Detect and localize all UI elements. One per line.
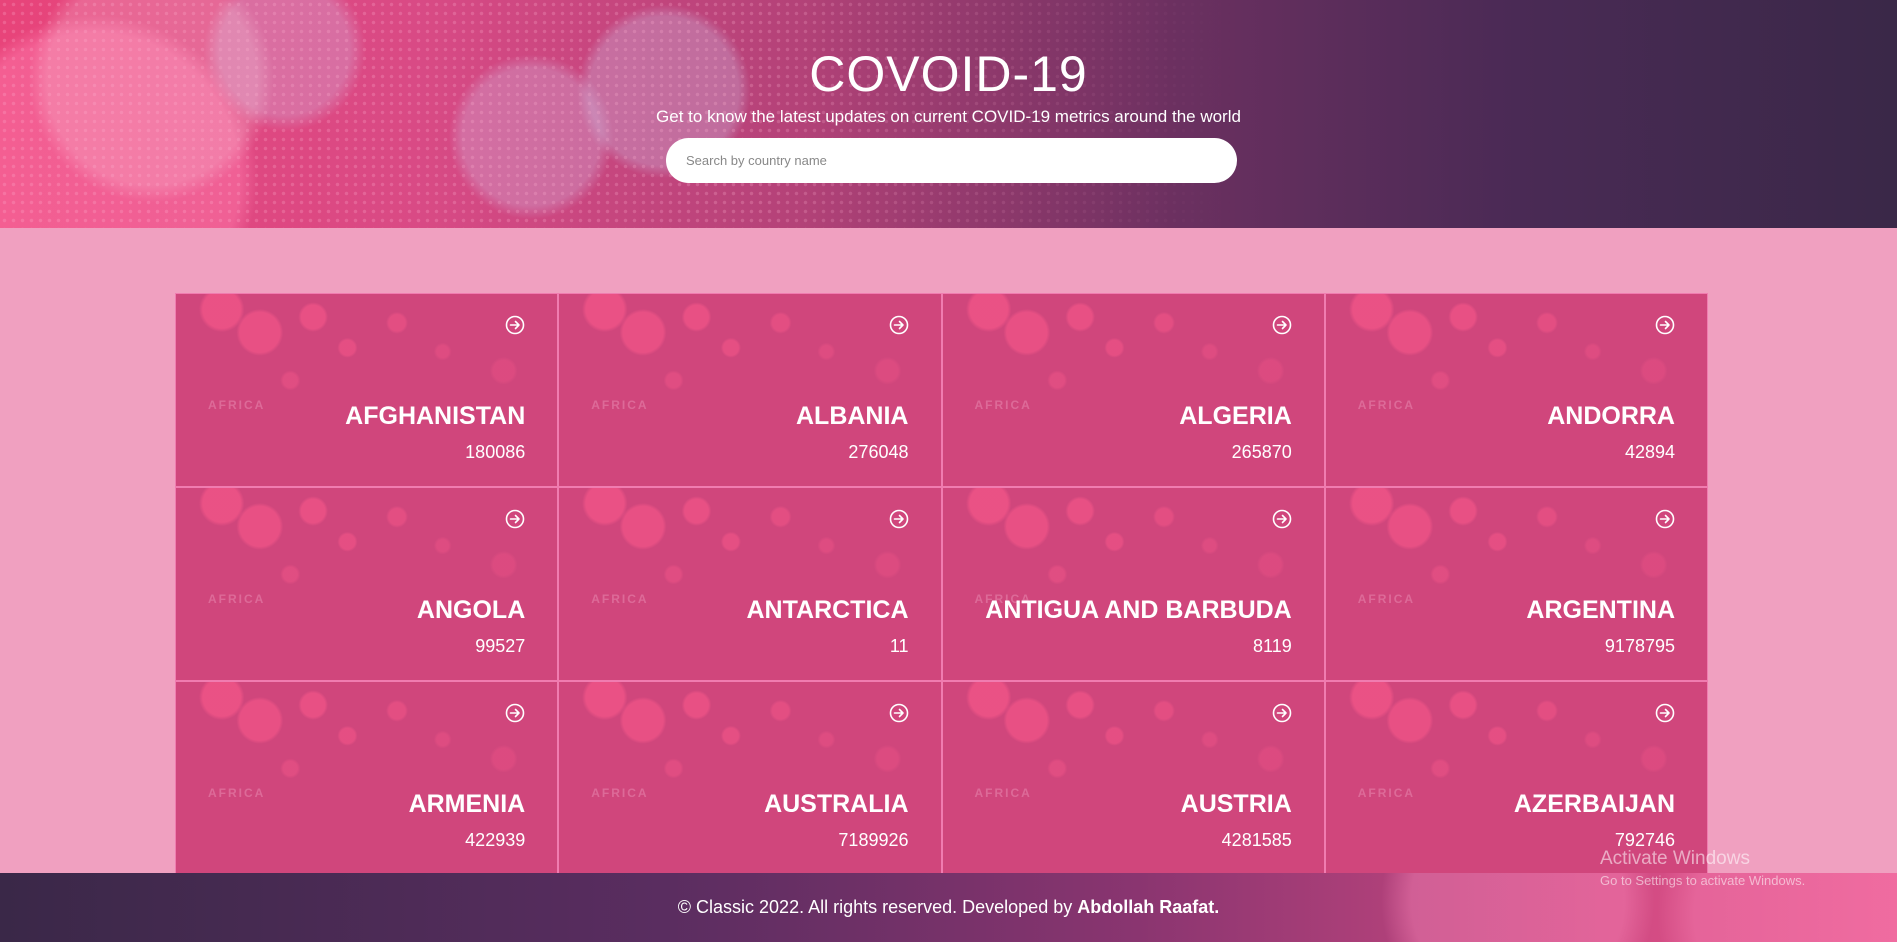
footer-text: © Classic 2022. All rights reserved. Dev… [677, 897, 1073, 917]
country-card[interactable]: AFRICA ANGOLA 99527 [175, 487, 559, 681]
map-region-label: AFRICA [1357, 786, 1416, 800]
arrow-circle-right-icon[interactable] [889, 509, 909, 529]
arrow-circle-right-icon[interactable] [505, 315, 525, 335]
watermark-line1: Activate Windows [1600, 848, 1750, 869]
arrow-circle-right-icon[interactable] [1272, 703, 1292, 723]
map-region-label: AFRICA [1357, 592, 1416, 606]
country-name: AZERBAIJAN [1513, 790, 1675, 818]
country-count: 7189926 [838, 830, 909, 850]
map-region-label: AFRICA [208, 786, 266, 800]
country-count: 180086 [465, 442, 526, 462]
arrow-circle-right-icon[interactable] [889, 703, 909, 723]
country-count: 4281585 [1221, 830, 1292, 850]
country-name: ANGOLA [416, 596, 526, 624]
country-card[interactable]: AFRICA AZERBAIJAN 792746 [1324, 681, 1708, 875]
country-count: 42894 [1624, 442, 1675, 462]
arrow-circle-right-icon[interactable] [1272, 509, 1292, 529]
arrow-circle-right-icon[interactable] [505, 509, 525, 529]
watermark-line2: Go to Settings to activate Windows. [1600, 873, 1806, 888]
map-region-label: AFRICA [591, 786, 649, 800]
map-region-label: AFRICA [208, 398, 266, 412]
country-card[interactable]: AFRICA ANDORRA 42894 [1324, 293, 1708, 487]
country-card[interactable]: AFRICA AUSTRIA 4281585 [941, 681, 1325, 875]
arrow-circle-right-icon[interactable] [1655, 315, 1675, 335]
country-card[interactable]: AFRICA ARMENIA 422939 [175, 681, 559, 875]
hero-banner: COVOID-19 Get to know the latest updates… [0, 0, 1897, 228]
map-region-label: AFRICA [974, 398, 1032, 412]
page-title: COVOID-19 [809, 46, 1088, 102]
windows-activation-watermark: Activate Windows Go to Settings to activ… [1600, 848, 1805, 888]
map-region-label: AFRICA [591, 592, 649, 606]
country-name: AFGHANISTAN [345, 402, 526, 430]
country-count: 11 [889, 636, 909, 656]
country-name: ALBANIA [796, 402, 909, 430]
country-name: ARGENTINA [1526, 596, 1675, 624]
country-name: ANTARCTICA [746, 596, 909, 624]
map-region-label: AFRICA [591, 398, 649, 412]
country-count: 8119 [1253, 636, 1292, 656]
page-subtitle: Get to know the latest updates on curren… [656, 107, 1241, 126]
country-card[interactable]: AFRICA AUSTRALIA 7189926 [558, 681, 942, 875]
country-card[interactable]: AFRICA ALBANIA 276048 [558, 293, 942, 487]
country-count: 99527 [475, 636, 526, 656]
country-name: ARMENIA [408, 790, 526, 818]
search-input[interactable] [666, 138, 1237, 183]
arrow-circle-right-icon[interactable] [1655, 703, 1675, 723]
country-name: ANDORRA [1547, 402, 1675, 430]
country-count: 265870 [1231, 442, 1292, 462]
country-name: AUSTRIA [1180, 790, 1292, 818]
arrow-circle-right-icon[interactable] [889, 315, 909, 335]
country-name: AUSTRALIA [764, 790, 909, 818]
map-region-label: AFRICA [1357, 398, 1416, 412]
map-region-label: AFRICA [974, 786, 1032, 800]
map-region-label: AFRICA [208, 592, 266, 606]
country-card[interactable]: AFRICA ANTIGUA AND BARBUDA 8119 [941, 487, 1325, 681]
country-name: ALGERIA [1179, 402, 1292, 430]
arrow-circle-right-icon[interactable] [1655, 509, 1675, 529]
country-card[interactable]: AFRICA ANTARCTICA 11 [558, 487, 942, 681]
arrow-circle-right-icon[interactable] [505, 703, 525, 723]
country-name: ANTIGUA AND BARBUDA [985, 596, 1292, 624]
arrow-circle-right-icon[interactable] [1272, 315, 1292, 335]
country-card[interactable]: AFRICA AFGHANISTAN 180086 [175, 293, 559, 487]
country-card[interactable]: AFRICA ARGENTINA 9178795 [1324, 487, 1708, 681]
country-count: 276048 [848, 442, 909, 462]
country-count: 422939 [465, 830, 526, 850]
country-card[interactable]: AFRICA ALGERIA 265870 [941, 293, 1325, 487]
country-count: 9178795 [1604, 636, 1675, 656]
footer-author: Abdollah Raafat. [1077, 897, 1220, 917]
country-grid: AFRICA AFGHANISTAN 180086 AFRICA ALBANIA 2760… [175, 293, 1708, 875]
